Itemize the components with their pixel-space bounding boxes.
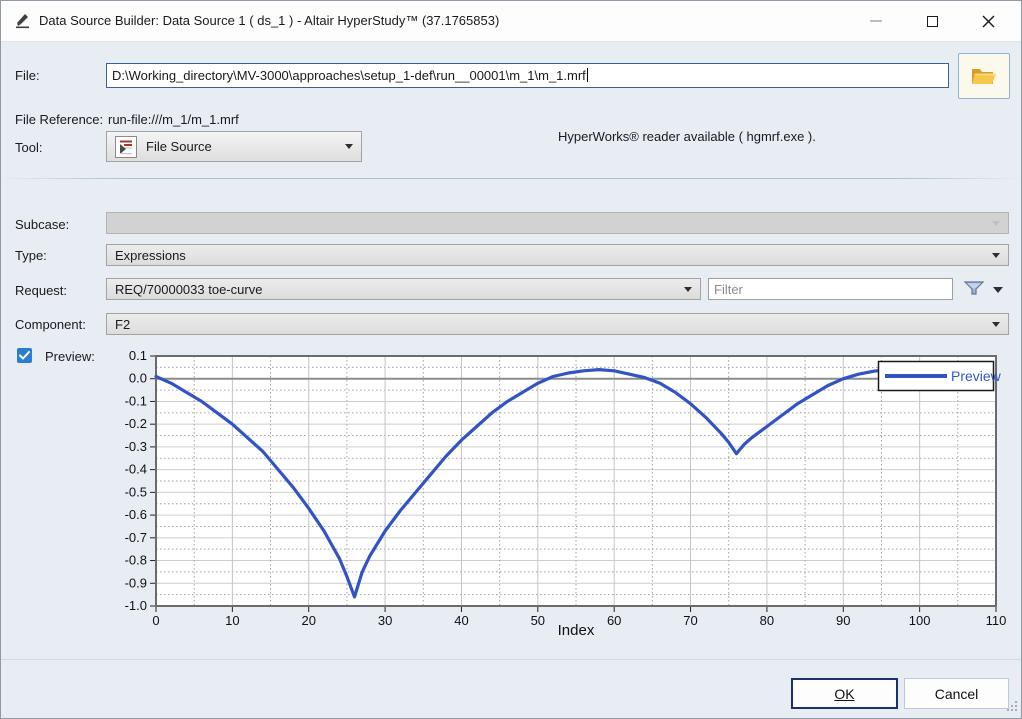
minimize-button [853,1,899,41]
svg-text:-0.3: -0.3 [125,439,147,454]
svg-text:-0.7: -0.7 [125,530,147,545]
svg-text:-0.4: -0.4 [125,462,147,477]
tool-dropdown-value: File Source [146,139,212,154]
preview-chart: 0 10 20 30 40 50 60 70 80 90 100 110 0.1 0.0 -0.1 -0.2 -… [1,1,1022,719]
minimize-icon [870,20,882,22]
request-dropdown-value: REQ/70000033 toe-curve [115,282,262,297]
subcase-label: Subcase: [15,217,69,232]
filter-menu-chevron-icon[interactable] [993,287,1003,293]
svg-text:30: 30 [378,613,392,628]
chevron-down-icon [345,144,353,149]
file-reference-label: File Reference: [15,112,103,127]
component-label: Component: [15,317,86,332]
title-bar: Data Source Builder: Data Source 1 ( ds_… [1,1,1021,42]
hyperstudy-app-icon [14,12,32,30]
text-caret [587,68,588,82]
svg-text:110: 110 [986,613,1007,628]
chevron-down-icon [684,287,692,292]
svg-text:10: 10 [225,613,239,628]
svg-text:Index: Index [558,622,595,639]
svg-text:40: 40 [454,613,468,628]
filter-funnel-icon[interactable] [963,281,985,300]
preview-label: Preview: [45,349,95,364]
svg-text:-0.2: -0.2 [125,416,147,431]
resize-grip[interactable] [1006,700,1018,715]
chevron-down-icon [992,253,1000,258]
svg-text:-0.1: -0.1 [125,393,147,408]
component-dropdown[interactable]: F2 [106,313,1009,335]
file-path-text: D:\Working_directory\MV-3000\approaches\… [112,68,586,83]
close-icon [982,15,995,28]
svg-text:0.0: 0.0 [129,371,147,386]
maximize-icon [927,16,938,27]
chevron-down-icon [992,322,1000,327]
open-folder-icon [969,64,999,88]
svg-text:100: 100 [909,613,931,628]
svg-text:-1.0: -1.0 [125,598,147,613]
request-dropdown[interactable]: REQ/70000033 toe-curve [106,278,701,300]
chevron-down-icon [992,221,1000,226]
svg-text:50: 50 [531,613,545,628]
preview-checkbox[interactable] [17,348,32,363]
svg-text:Preview: Preview [951,368,1002,384]
svg-text:-0.8: -0.8 [125,553,147,568]
type-label: Type: [15,248,47,263]
svg-text:-0.6: -0.6 [125,507,147,522]
request-label: Request: [15,283,67,298]
window-title: Data Source Builder: Data Source 1 ( ds_… [39,13,499,28]
type-dropdown[interactable]: Expressions [106,244,1009,266]
svg-text:60: 60 [607,613,621,628]
component-dropdown-value: F2 [115,317,130,332]
svg-text:80: 80 [760,613,774,628]
ok-button[interactable]: OK [791,678,898,709]
browse-file-button[interactable] [958,53,1010,99]
file-source-icon [115,136,137,158]
checkmark-icon [19,351,30,360]
svg-text:20: 20 [301,613,315,628]
filter-input[interactable] [708,278,953,300]
separator-line [1,659,1021,660]
reader-available-note: HyperWorks® reader available ( hgmrf.exe… [558,129,816,144]
svg-text:-0.9: -0.9 [125,575,147,590]
svg-text:0.1: 0.1 [129,348,147,363]
svg-text:-0.5: -0.5 [125,484,147,499]
data-source-builder-dialog: Data Source Builder: Data Source 1 ( ds_… [0,0,1022,719]
subcase-dropdown [106,212,1009,234]
svg-text:70: 70 [683,613,697,628]
maximize-button[interactable] [909,1,955,41]
separator-line [1,178,1021,179]
tool-label: Tool: [15,140,42,155]
cancel-button[interactable]: Cancel [904,678,1009,709]
file-label: File: [15,68,40,83]
svg-text:0: 0 [152,613,159,628]
svg-text:90: 90 [836,613,850,628]
close-button[interactable] [965,1,1011,41]
type-dropdown-value: Expressions [115,248,186,263]
tool-dropdown[interactable]: File Source [106,131,362,162]
file-path-input[interactable]: D:\Working_directory\MV-3000\approaches\… [106,63,949,88]
file-reference-value: run-file:///m_1/m_1.mrf [108,112,239,127]
